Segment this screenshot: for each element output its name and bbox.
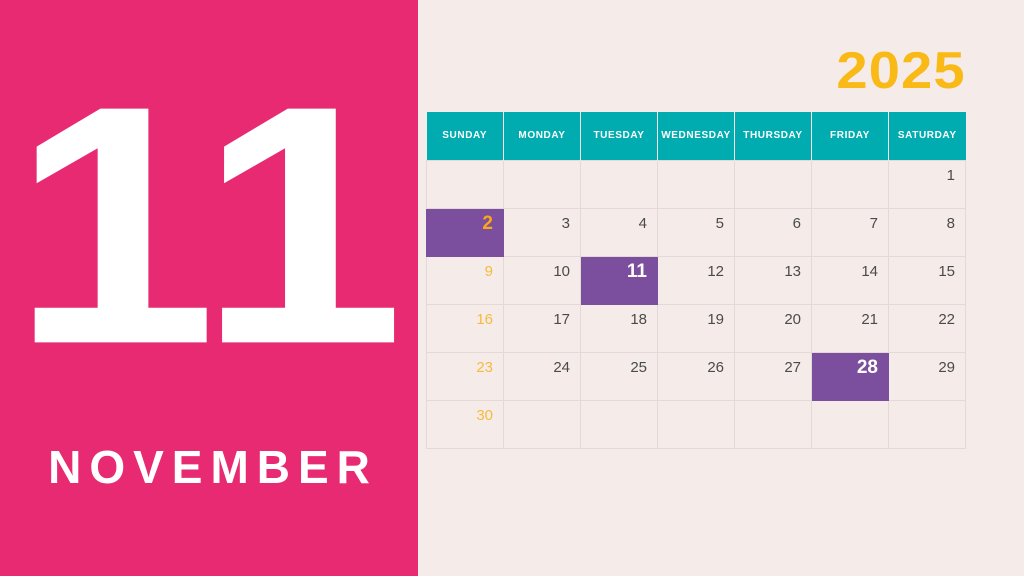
calendar-week-row: 16 17 18 19 20 21 22 xyxy=(426,303,966,353)
calendar-day-cell[interactable]: 14 xyxy=(811,255,889,305)
calendar-day-cell-empty xyxy=(580,399,658,449)
calendar-body: 1 2 3 4 5 6 7 8 9 10 11 12 13 14 15 16 17 18 19 20 21 22 23 24 2… xyxy=(426,159,966,449)
calendar-day-cell-empty xyxy=(657,159,735,209)
calendar-day-cell-empty xyxy=(657,399,735,449)
calendar-day-cell[interactable]: 1 xyxy=(888,159,966,209)
calendar-day-cell-highlighted[interactable]: 2 xyxy=(426,207,504,257)
calendar-day-cell[interactable]: 5 xyxy=(657,207,735,257)
calendar-day-cell[interactable]: 17 xyxy=(503,303,581,353)
calendar-day-cell[interactable]: 23 xyxy=(426,351,504,401)
month-name-label: NOVEMBER xyxy=(48,441,378,493)
calendar-day-cell[interactable]: 8 xyxy=(888,207,966,257)
weekday-header-monday: MONDAY xyxy=(503,112,581,160)
calendar-day-cell-highlighted[interactable]: 11 xyxy=(580,255,658,305)
calendar-day-cell[interactable]: 20 xyxy=(734,303,812,353)
calendar-day-cell[interactable]: 30 xyxy=(426,399,504,449)
calendar-day-cell[interactable]: 29 xyxy=(888,351,966,401)
month-number-display: 11 xyxy=(11,34,407,415)
calendar-day-cell[interactable]: 16 xyxy=(426,303,504,353)
calendar-day-cell[interactable]: 9 xyxy=(426,255,504,305)
calendar-day-cell[interactable]: 19 xyxy=(657,303,735,353)
month-hero-panel: 11 NOVEMBER xyxy=(0,0,418,576)
calendar-day-cell[interactable]: 18 xyxy=(580,303,658,353)
calendar-day-cell[interactable]: 7 xyxy=(811,207,889,257)
calendar-day-cell[interactable]: 3 xyxy=(503,207,581,257)
year-label: 2025 xyxy=(836,42,966,100)
weekday-header-thursday: THURSDAY xyxy=(734,112,812,160)
calendar-day-cell-empty xyxy=(503,399,581,449)
calendar-day-cell-empty xyxy=(734,399,812,449)
calendar-week-row: 2345678 xyxy=(426,207,966,257)
weekday-header-saturday: SATURDAY xyxy=(888,112,966,160)
calendar-day-cell[interactable]: 4 xyxy=(580,207,658,257)
calendar-week-row: 9 10 11 12 13 14 15 xyxy=(426,255,966,305)
calendar-day-cell[interactable]: 10 xyxy=(503,255,581,305)
calendar-header-row: SUNDAY MONDAY TUESDAY WEDNESDAY THURSDAY… xyxy=(426,112,966,160)
calendar-day-cell[interactable]: 25 xyxy=(580,351,658,401)
weekday-header-tuesday: TUESDAY xyxy=(580,112,658,160)
calendar-day-cell[interactable]: 22 xyxy=(888,303,966,353)
calendar-page: 11 NOVEMBER 2025 SUNDAY MONDAY TUESDAY W… xyxy=(0,0,1024,576)
calendar-day-cell-empty xyxy=(811,399,889,449)
calendar-day-cell[interactable]: 26 xyxy=(657,351,735,401)
calendar-grid: SUNDAY MONDAY TUESDAY WEDNESDAY THURSDAY… xyxy=(426,112,966,449)
calendar-day-cell-empty xyxy=(734,159,812,209)
calendar-day-cell[interactable]: 24 xyxy=(503,351,581,401)
calendar-day-cell-empty xyxy=(503,159,581,209)
calendar-day-cell[interactable]: 6 xyxy=(734,207,812,257)
calendar-day-cell-highlighted[interactable]: 28 xyxy=(811,351,889,401)
calendar-day-cell[interactable]: 21 xyxy=(811,303,889,353)
calendar-day-cell[interactable]: 15 xyxy=(888,255,966,305)
calendar-day-cell[interactable]: 27 xyxy=(734,351,812,401)
calendar-day-cell-empty xyxy=(426,159,504,209)
calendar-day-cell-empty xyxy=(580,159,658,209)
calendar-week-row: 30 xyxy=(426,399,966,449)
calendar-week-row: 1 xyxy=(426,159,966,209)
weekday-header-sunday: SUNDAY xyxy=(426,112,504,160)
calendar-week-row: 23 24 25 26 27 28 29 xyxy=(426,351,966,401)
calendar-day-cell[interactable]: 13 xyxy=(734,255,812,305)
weekday-header-friday: FRIDAY xyxy=(811,112,889,160)
calendar-day-cell-empty xyxy=(811,159,889,209)
calendar-day-cell-empty xyxy=(888,399,966,449)
weekday-header-wednesday: WEDNESDAY xyxy=(657,112,735,160)
calendar-day-cell[interactable]: 12 xyxy=(657,255,735,305)
